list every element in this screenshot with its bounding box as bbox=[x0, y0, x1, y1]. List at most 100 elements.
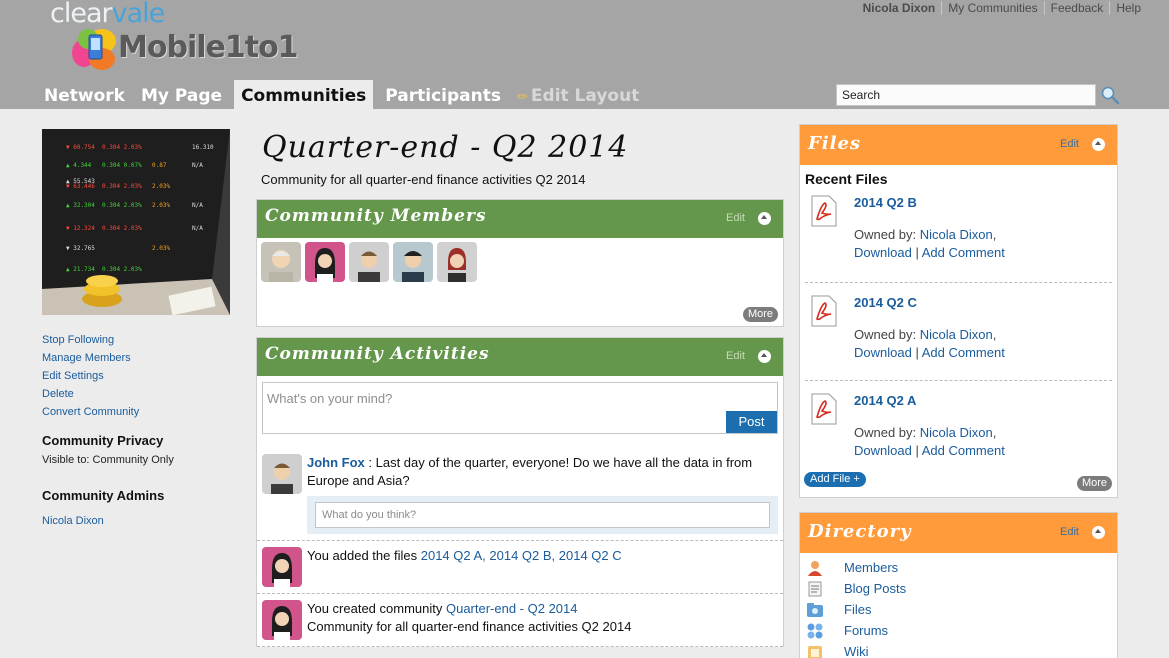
community-privacy-value: Visible to: Community Only bbox=[42, 454, 174, 466]
svg-text:2.03%: 2.03% bbox=[152, 183, 170, 190]
directory-edit-link[interactable]: Edit bbox=[1060, 526, 1079, 538]
pdf-file-icon bbox=[811, 295, 837, 327]
svg-text:N/A: N/A bbox=[192, 225, 203, 232]
svg-text:0.304 2.03%: 0.304 2.03% bbox=[102, 144, 142, 151]
svg-text:0.304 2.03%: 0.304 2.03% bbox=[102, 183, 142, 190]
file-name-link[interactable]: 2014 Q2 B bbox=[854, 195, 917, 210]
status-composer[interactable]: What's on your mind? Post bbox=[262, 382, 778, 434]
member-avatar[interactable] bbox=[349, 242, 389, 282]
feedback-link[interactable]: Feedback bbox=[1043, 1, 1110, 15]
directory-item-label: Members bbox=[844, 560, 899, 575]
tab-participants[interactable]: Participants bbox=[381, 80, 505, 109]
member-avatar[interactable] bbox=[305, 242, 345, 282]
file-owner-link[interactable]: Nicola Dixon bbox=[920, 327, 993, 342]
svg-text:▼ 60.754: ▼ 60.754 bbox=[66, 144, 95, 151]
community-actions: Stop Following Manage Members Edit Setti… bbox=[42, 331, 232, 421]
directory-item-forums[interactable]: Forums bbox=[806, 620, 1117, 641]
admin-link[interactable]: Nicola Dixon bbox=[42, 515, 232, 527]
directory-item-blog-posts[interactable]: Blog Posts bbox=[806, 578, 1117, 599]
manage-members-link[interactable]: Manage Members bbox=[42, 349, 232, 367]
svg-text:16.310: 16.310 bbox=[192, 144, 214, 151]
convert-community-link[interactable]: Convert Community bbox=[42, 403, 232, 421]
user-name-link[interactable]: Nicola Dixon bbox=[857, 1, 942, 15]
download-link[interactable]: Download bbox=[854, 245, 912, 260]
activity-author-link[interactable]: John Fox bbox=[307, 455, 365, 470]
clearvale-logo-text: clear bbox=[50, 0, 113, 29]
svg-text:▲ 4.344: ▲ 4.344 bbox=[66, 162, 92, 169]
files-footer: Add File + More bbox=[800, 471, 1117, 497]
members-panel-header: Community Members Edit bbox=[257, 200, 783, 238]
mobile1to1-logo-text[interactable]: Mobile1to1 bbox=[118, 30, 299, 66]
directory-item-label: Files bbox=[844, 602, 872, 617]
activities-panel-header: Community Activities Edit bbox=[257, 338, 783, 376]
my-communities-link[interactable]: My Communities bbox=[941, 1, 1043, 15]
top-header: clearvale Mobile1to1 Nicola Dixon My Com… bbox=[0, 0, 1169, 109]
help-link[interactable]: Help bbox=[1109, 1, 1147, 15]
download-link[interactable]: Download bbox=[854, 443, 912, 458]
activity-message-line2: Community for all quarter-end finance ac… bbox=[307, 619, 632, 634]
members-collapse-icon[interactable] bbox=[758, 212, 771, 225]
community-banner-image: ▼ 60.754▼ 63.446▼ 12.324 ▲ 4.344▲ 32.304… bbox=[42, 129, 230, 316]
directory-item-wiki[interactable]: Wiki bbox=[806, 641, 1117, 658]
add-comment-link[interactable]: Add Comment bbox=[922, 245, 1005, 260]
file-item: 2014 Q2 C Owned by: Nicola Dixon, Downlo… bbox=[805, 283, 1112, 381]
file-actions: Download | Add Comment bbox=[854, 245, 1005, 260]
tab-my-page[interactable]: My Page bbox=[137, 80, 226, 109]
directory-item-members[interactable]: Members bbox=[806, 557, 1117, 578]
search-input[interactable]: Search bbox=[836, 84, 1096, 106]
tab-network[interactable]: Network bbox=[40, 80, 129, 109]
community-activities-panel: Community Activities Edit What's on your… bbox=[256, 337, 784, 647]
clearvale-logo[interactable]: clearvale bbox=[50, 0, 165, 29]
directory-collapse-icon[interactable] bbox=[1092, 526, 1105, 539]
directory-panel-title: Directory bbox=[808, 521, 912, 542]
file-owner-link[interactable]: Nicola Dixon bbox=[920, 227, 993, 242]
files-panel-title: Files bbox=[808, 133, 862, 154]
files-edit-link[interactable]: Edit bbox=[1060, 138, 1079, 150]
members-edit-link[interactable]: Edit bbox=[726, 212, 745, 224]
member-avatar[interactable] bbox=[437, 242, 477, 282]
nicola-avatar[interactable] bbox=[262, 600, 302, 640]
files-collapse-icon[interactable] bbox=[1092, 138, 1105, 151]
edit-settings-link[interactable]: Edit Settings bbox=[42, 367, 232, 385]
files-panel-header: Files Edit bbox=[800, 125, 1117, 165]
stop-following-link[interactable]: Stop Following bbox=[42, 331, 232, 349]
svg-text:▲ 21.734: ▲ 21.734 bbox=[66, 266, 95, 273]
page-subtitle: Community for all quarter-end finance ac… bbox=[261, 172, 586, 187]
svg-text:0.87: 0.87 bbox=[152, 162, 167, 169]
delete-link[interactable]: Delete bbox=[42, 385, 232, 403]
files-more-button[interactable]: More bbox=[1076, 476, 1112, 491]
directory-item-files[interactable]: Files bbox=[806, 599, 1117, 620]
activities-collapse-icon[interactable] bbox=[758, 350, 771, 363]
add-comment-link[interactable]: Add Comment bbox=[922, 443, 1005, 458]
download-link[interactable]: Download bbox=[854, 345, 912, 360]
tab-communities[interactable]: Communities bbox=[234, 80, 374, 109]
activity-community-link[interactable]: Quarter-end - Q2 2014 bbox=[446, 601, 578, 616]
add-file-button[interactable]: Add File + bbox=[804, 472, 866, 487]
add-comment-link[interactable]: Add Comment bbox=[922, 345, 1005, 360]
file-item: 2014 Q2 A Owned by: Nicola Dixon, Downlo… bbox=[805, 381, 1112, 471]
nicola-avatar[interactable] bbox=[262, 547, 302, 587]
file-owner: Owned by: Nicola Dixon, bbox=[854, 227, 997, 242]
post-button[interactable]: Post bbox=[726, 411, 777, 433]
file-owner-link[interactable]: Nicola Dixon bbox=[920, 425, 993, 440]
svg-text:N/A: N/A bbox=[192, 162, 203, 169]
edit-layout-button[interactable]: ✏ Edit Layout bbox=[513, 80, 643, 109]
member-avatar[interactable] bbox=[393, 242, 433, 282]
pdf-file-icon bbox=[811, 393, 837, 425]
file-name-link[interactable]: 2014 Q2 A bbox=[854, 393, 916, 408]
file-name-link[interactable]: 2014 Q2 C bbox=[854, 295, 917, 310]
file-owner: Owned by: Nicola Dixon, bbox=[854, 425, 997, 440]
page-title: Quarter-end - Q2 2014 bbox=[262, 130, 629, 165]
svg-text:N/A: N/A bbox=[192, 202, 203, 209]
john-fox-avatar[interactable] bbox=[262, 454, 302, 494]
file-actions: Download | Add Comment bbox=[854, 345, 1005, 360]
activity-files-link[interactable]: 2014 Q2 A, 2014 Q2 B, 2014 Q2 C bbox=[421, 548, 622, 563]
members-more-button[interactable]: More bbox=[742, 307, 778, 322]
reply-input[interactable]: What do you think? bbox=[315, 502, 770, 528]
community-members-panel: Community Members Edit More bbox=[256, 199, 784, 327]
activities-edit-link[interactable]: Edit bbox=[726, 350, 745, 362]
activity-text: John Fox : Last day of the quarter, ever… bbox=[307, 454, 778, 490]
svg-text:▼ 32.765: ▼ 32.765 bbox=[66, 245, 95, 252]
search-icon[interactable] bbox=[1100, 85, 1120, 105]
member-avatar[interactable] bbox=[261, 242, 301, 282]
